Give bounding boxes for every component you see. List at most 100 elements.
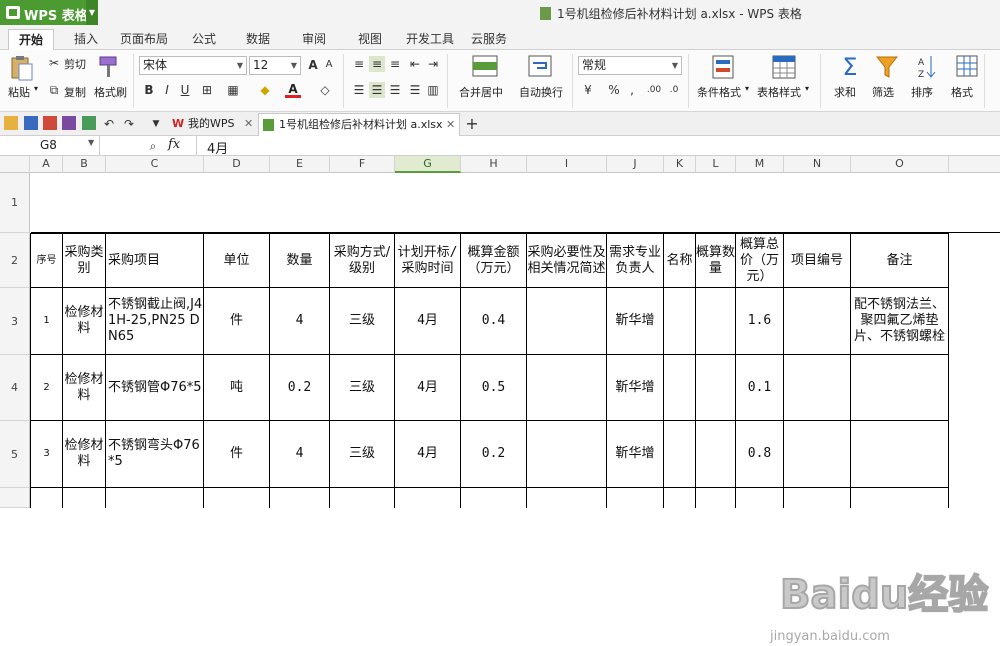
- tab-cloud[interactable]: 云服务: [466, 29, 512, 50]
- align-middle-icon[interactable]: ≡: [369, 56, 385, 72]
- name-box[interactable]: G8 ▼: [0, 136, 100, 155]
- column-header-h[interactable]: H: [461, 156, 527, 173]
- cell-row-6[interactable]: [527, 488, 607, 508]
- header-cell[interactable]: 概算金额（万元）: [461, 233, 527, 288]
- column-header-b[interactable]: B: [63, 156, 106, 173]
- data-cell[interactable]: [784, 355, 851, 421]
- font-shrink-icon[interactable]: A: [321, 57, 337, 73]
- data-cell[interactable]: 4月: [395, 421, 461, 488]
- zoom-icon[interactable]: ⌕: [145, 138, 161, 154]
- data-cell[interactable]: 4月: [395, 355, 461, 421]
- distribute-icon[interactable]: ▥: [425, 82, 441, 98]
- cell-row-6[interactable]: [395, 488, 461, 508]
- column-header-e[interactable]: E: [270, 156, 330, 173]
- title-row-empty[interactable]: [31, 173, 1000, 233]
- data-cell[interactable]: [664, 288, 696, 355]
- data-cell[interactable]: 三级: [330, 288, 395, 355]
- borders-icon[interactable]: ⊞: [199, 82, 215, 98]
- header-cell[interactable]: 项目编号: [784, 233, 851, 288]
- decrease-decimal-icon[interactable]: .0: [666, 82, 682, 98]
- header-cell[interactable]: 概算数量: [696, 233, 736, 288]
- data-cell[interactable]: 不锈钢截止阀,J41H-25,PN25 DN65: [106, 288, 204, 355]
- column-header-a[interactable]: A: [30, 156, 63, 173]
- cell-row-6[interactable]: [784, 488, 851, 508]
- undo-icon[interactable]: ↶: [101, 116, 117, 132]
- column-header-d[interactable]: D: [204, 156, 270, 173]
- data-cell[interactable]: 靳华增: [607, 421, 664, 488]
- column-header-j[interactable]: J: [607, 156, 664, 173]
- bold-button[interactable]: B: [141, 82, 157, 98]
- data-cell[interactable]: [851, 355, 949, 421]
- align-bottom-icon[interactable]: ≡: [387, 56, 403, 72]
- font-grow-icon[interactable]: A: [305, 57, 321, 73]
- number-format-select[interactable]: 常规 ▼: [578, 56, 682, 75]
- data-cell[interactable]: 4: [270, 421, 330, 488]
- data-cell[interactable]: 件: [204, 421, 270, 488]
- column-header-f[interactable]: F: [330, 156, 395, 173]
- data-cell[interactable]: 0.8: [736, 421, 784, 488]
- decrease-indent-icon[interactable]: ⇤: [407, 56, 423, 72]
- data-cell[interactable]: 不锈钢管Φ76*5: [106, 355, 204, 421]
- close-icon[interactable]: ✕: [446, 114, 455, 136]
- cell-row-6[interactable]: [204, 488, 270, 508]
- column-header-k[interactable]: K: [664, 156, 696, 173]
- column-header-g[interactable]: G: [395, 156, 461, 173]
- cell-row-6[interactable]: [696, 488, 736, 508]
- column-header-o[interactable]: O: [851, 156, 949, 173]
- print-icon[interactable]: [62, 116, 76, 130]
- data-cell[interactable]: [784, 421, 851, 488]
- tab-page-layout[interactable]: 页面布局: [116, 29, 172, 50]
- header-cell[interactable]: 单位: [204, 233, 270, 288]
- export-pdf-icon[interactable]: [43, 116, 57, 130]
- cell-row-6[interactable]: [461, 488, 527, 508]
- data-cell[interactable]: 0.2: [270, 355, 330, 421]
- row-header-6[interactable]: [0, 488, 30, 508]
- row-header-5[interactable]: 5: [0, 421, 30, 488]
- tab-data[interactable]: 数据: [238, 29, 278, 50]
- font-color-icon[interactable]: A: [285, 81, 301, 98]
- cell-row-6[interactable]: [607, 488, 664, 508]
- cell-row-6[interactable]: [736, 488, 784, 508]
- fill-color-icon[interactable]: ◆: [257, 82, 273, 98]
- header-cell[interactable]: 概算总价（万元）: [736, 233, 784, 288]
- align-center-icon[interactable]: ☰: [369, 82, 385, 98]
- cell-row-6[interactable]: [330, 488, 395, 508]
- header-cell[interactable]: 计划开标/采购时间: [395, 233, 461, 288]
- cell-row-6[interactable]: [851, 488, 949, 508]
- column-header-l[interactable]: L: [696, 156, 736, 173]
- chevron-down-icon[interactable]: ▼: [148, 116, 164, 132]
- data-cell[interactable]: [696, 421, 736, 488]
- header-cell[interactable]: 备注: [851, 233, 949, 288]
- align-top-icon[interactable]: ≡: [351, 56, 367, 72]
- app-menu-button[interactable]: WPS 表格 ▼: [0, 0, 98, 25]
- currency-icon[interactable]: ¥: [580, 82, 596, 98]
- data-cell[interactable]: [696, 355, 736, 421]
- data-cell[interactable]: 1.6: [736, 288, 784, 355]
- open-icon[interactable]: [4, 116, 18, 130]
- header-cell[interactable]: 采购必要性及相关情况简述: [527, 233, 607, 288]
- tab-home[interactable]: 开始: [8, 29, 54, 50]
- data-cell[interactable]: 4: [270, 288, 330, 355]
- cell-row-6[interactable]: [63, 488, 106, 508]
- header-cell[interactable]: 采购类别: [63, 233, 106, 288]
- tab-review[interactable]: 审阅: [294, 29, 334, 50]
- data-cell[interactable]: 件: [204, 288, 270, 355]
- clear-format-icon[interactable]: ◇: [317, 82, 333, 98]
- save-icon[interactable]: [24, 116, 38, 130]
- data-cell[interactable]: [664, 421, 696, 488]
- header-cell[interactable]: 序号: [30, 233, 63, 288]
- row-header-1[interactable]: 1: [0, 173, 30, 233]
- cell-row-6[interactable]: [106, 488, 204, 508]
- column-header-c[interactable]: C: [106, 156, 204, 173]
- function-icon[interactable]: fx: [168, 137, 180, 152]
- column-header-i[interactable]: I: [527, 156, 607, 173]
- data-cell[interactable]: 检修材料: [63, 421, 106, 488]
- data-cell[interactable]: 配不锈钢法兰、聚四氟乙烯垫片、不锈钢螺栓: [851, 288, 949, 355]
- data-cell[interactable]: [664, 355, 696, 421]
- row-header-4[interactable]: 4: [0, 355, 30, 421]
- data-cell[interactable]: [527, 421, 607, 488]
- doc-tab-active[interactable]: 1号机组检修后补材料计划 a.xlsx ✕: [258, 113, 460, 136]
- redo-icon[interactable]: ↷: [121, 116, 137, 132]
- chevron-down-icon[interactable]: ▼: [86, 0, 98, 25]
- data-cell[interactable]: 三级: [330, 421, 395, 488]
